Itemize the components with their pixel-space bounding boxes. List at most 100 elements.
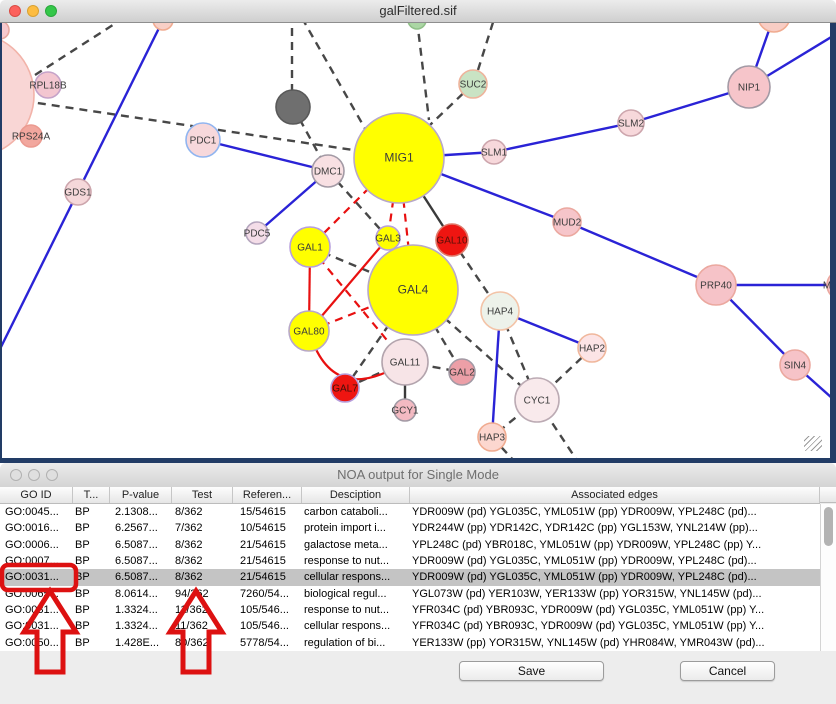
- cell-edges[interactable]: YGL073W (pd) YER103W, YER133W (pp) YOR31…: [410, 586, 820, 602]
- node-corner-node-fragment[interactable]: [0, 23, 9, 39]
- save-button[interactable]: Save: [459, 661, 604, 681]
- edge-dash[interactable]: [417, 23, 429, 120]
- cancel-button[interactable]: Cancel: [680, 661, 775, 681]
- column-header-ref[interactable]: Referen...: [233, 487, 302, 503]
- cell-test[interactable]: 8/362: [172, 504, 233, 520]
- cell-ref[interactable]: 10/54615: [233, 520, 302, 536]
- cell-go[interactable]: GO:0045...: [0, 504, 73, 520]
- column-header-pvalue[interactable]: P-value: [110, 487, 172, 503]
- cell-desc[interactable]: protein import i...: [302, 520, 410, 536]
- cell-pvalue[interactable]: 1.3324...: [110, 618, 172, 634]
- cell-desc[interactable]: response to nut...: [302, 553, 410, 569]
- cell-go[interactable]: GO:0065...: [0, 586, 73, 602]
- table-row[interactable]: GO:0006...BP6.5087...8/36221/54615galact…: [0, 537, 820, 553]
- cell-ref[interactable]: 21/54615: [233, 537, 302, 553]
- cell-go[interactable]: GO:0006...: [0, 537, 73, 553]
- cell-type[interactable]: BP: [73, 553, 110, 569]
- table-row[interactable]: GO:0065...BP8.0614...94/3627260/54...bio…: [0, 586, 820, 602]
- cell-edges[interactable]: YDR009W (pd) YGL035C, YML051W (pp) YDR00…: [410, 504, 820, 520]
- edge-blue[interactable]: [494, 123, 631, 152]
- table-row-selected[interactable]: GO:0031...BP6.5087...8/36221/54615cellul…: [0, 569, 820, 585]
- cell-type[interactable]: BP: [73, 537, 110, 553]
- table-header[interactable]: GO IDT...P-valueTestReferen...Desciption…: [0, 487, 820, 504]
- column-header-edges[interactable]: Associated edges: [410, 487, 820, 503]
- cell-desc[interactable]: cellular respons...: [302, 569, 410, 585]
- cell-edges[interactable]: YDR009W (pd) YGL035C, YML051W (pp) YDR00…: [410, 569, 820, 585]
- noa-titlebar[interactable]: NOA output for Single Mode: [0, 463, 836, 488]
- scrollbar-thumb[interactable]: [824, 507, 833, 546]
- cell-ref[interactable]: 105/546...: [233, 618, 302, 634]
- table-row[interactable]: GO:0050...BP1.428E...80/3625778/54...reg…: [0, 635, 820, 651]
- cell-edges[interactable]: YFR034C (pd) YBR093C, YDR009W (pd) YGL03…: [410, 602, 820, 618]
- column-header-desc[interactable]: Desciption: [302, 487, 410, 503]
- column-header-type[interactable]: T...: [73, 487, 110, 503]
- cell-desc[interactable]: response to nut...: [302, 602, 410, 618]
- cell-type[interactable]: BP: [73, 586, 110, 602]
- cell-ref[interactable]: 7260/54...: [233, 586, 302, 602]
- cell-type[interactable]: BP: [73, 520, 110, 536]
- cell-edges[interactable]: YER133W (pp) YOR315W, YNL145W (pd) YHR08…: [410, 635, 820, 651]
- cell-pvalue[interactable]: 8.0614...: [110, 586, 172, 602]
- edge-blue[interactable]: [567, 222, 716, 285]
- cell-test[interactable]: 94/362: [172, 586, 233, 602]
- node-dark-gray-node[interactable]: [276, 90, 310, 124]
- cell-pvalue[interactable]: 6.2567...: [110, 520, 172, 536]
- cell-test[interactable]: 8/362: [172, 569, 233, 585]
- cell-edges[interactable]: YDR009W (pd) YGL035C, YML051W (pp) YDR00…: [410, 553, 820, 569]
- cell-type[interactable]: BP: [73, 569, 110, 585]
- cell-ref[interactable]: 5778/54...: [233, 635, 302, 651]
- results-table[interactable]: GO:0045...BP2.1308...8/36215/54615carbon…: [0, 504, 820, 651]
- node-top-green-node-fragment[interactable]: [408, 23, 426, 29]
- cell-type[interactable]: BP: [73, 504, 110, 520]
- vertical-scrollbar[interactable]: [820, 504, 836, 651]
- edge-dash[interactable]: [35, 23, 130, 75]
- cell-edges[interactable]: YDR244W (pp) YDR142C, YDR142C (pp) YGL15…: [410, 520, 820, 536]
- cell-go[interactable]: GO:0016...: [0, 520, 73, 536]
- cell-edges[interactable]: YFR034C (pd) YBR093C, YDR009W (pd) YGL03…: [410, 618, 820, 634]
- cell-ref[interactable]: 105/546...: [233, 602, 302, 618]
- cell-pvalue[interactable]: 6.5087...: [110, 553, 172, 569]
- network-canvas[interactable]: RPL18BRPS24AGDS1PDC1MIG1SUC2SLM1DMC1PDC5…: [0, 23, 836, 463]
- cell-pvalue[interactable]: 6.5087...: [110, 537, 172, 553]
- table-row[interactable]: GO:0045...BP2.1308...8/36215/54615carbon…: [0, 504, 820, 520]
- cell-pvalue[interactable]: 6.5087...: [110, 569, 172, 585]
- cell-test[interactable]: 8/362: [172, 553, 233, 569]
- cell-ref[interactable]: 21/54615: [233, 569, 302, 585]
- cell-test[interactable]: 11/362: [172, 602, 233, 618]
- table-row[interactable]: GO:0031...BP1.3324...11/362105/546...cel…: [0, 618, 820, 634]
- main-titlebar[interactable]: galFiltered.sif: [0, 0, 836, 23]
- cell-desc[interactable]: regulation of bi...: [302, 635, 410, 651]
- edge-dash[interactable]: [478, 23, 495, 70]
- resize-grip[interactable]: [804, 436, 822, 451]
- cell-type[interactable]: BP: [73, 635, 110, 651]
- edge-dash[interactable]: [302, 23, 367, 132]
- cell-go[interactable]: GO:0050...: [0, 635, 73, 651]
- cell-go[interactable]: GO:0007...: [0, 553, 73, 569]
- table-row[interactable]: GO:0016...BP6.2567...7/36210/54615protei…: [0, 520, 820, 536]
- table-row[interactable]: GO:0007...BP6.5087...8/36221/54615respon…: [0, 553, 820, 569]
- column-header-test[interactable]: Test: [172, 487, 233, 503]
- column-header-go[interactable]: GO ID: [0, 487, 73, 503]
- edge-blue[interactable]: [203, 140, 328, 171]
- cell-desc[interactable]: cellular respons...: [302, 618, 410, 634]
- cell-go[interactable]: GO:0031...: [0, 602, 73, 618]
- cell-test[interactable]: 80/362: [172, 635, 233, 651]
- cell-desc[interactable]: biological regul...: [302, 586, 410, 602]
- cell-pvalue[interactable]: 1.3324...: [110, 602, 172, 618]
- cell-go[interactable]: GO:0031...: [0, 618, 73, 634]
- cell-edges[interactable]: YPL248C (pd) YBR018C, YML051W (pp) YDR00…: [410, 537, 820, 553]
- cell-test[interactable]: 11/362: [172, 618, 233, 634]
- node-top-right-node-fragment[interactable]: [758, 23, 790, 32]
- cell-type[interactable]: BP: [73, 618, 110, 634]
- cell-type[interactable]: BP: [73, 602, 110, 618]
- cell-go[interactable]: GO:0031...: [0, 569, 73, 585]
- cell-desc[interactable]: galactose meta...: [302, 537, 410, 553]
- cell-pvalue[interactable]: 1.428E...: [110, 635, 172, 651]
- cell-desc[interactable]: carbon cataboli...: [302, 504, 410, 520]
- cell-ref[interactable]: 21/54615: [233, 553, 302, 569]
- cell-test[interactable]: 7/362: [172, 520, 233, 536]
- node-top-node-fragment[interactable]: [153, 23, 173, 30]
- cell-ref[interactable]: 15/54615: [233, 504, 302, 520]
- table-row[interactable]: GO:0031...BP1.3324...11/362105/546...res…: [0, 602, 820, 618]
- cell-test[interactable]: 8/362: [172, 537, 233, 553]
